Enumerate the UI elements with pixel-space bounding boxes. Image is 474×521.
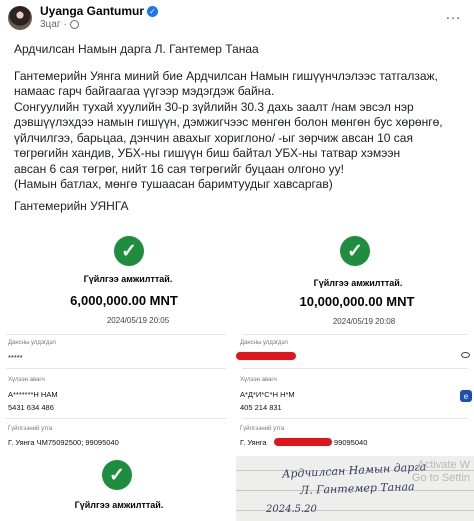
post-paragraph-line: төгрөгийн хандив, УБХ-ны гишүүн биш байт… bbox=[14, 146, 401, 160]
receipt-status: Гүйлгээ амжилттай. bbox=[313, 278, 403, 288]
divider bbox=[6, 334, 226, 335]
description-prefix: Г. Уянга bbox=[240, 438, 267, 447]
post-paragraph-line: намаас гарч байгаагаа үүгээр мэдэгдэж ба… bbox=[14, 84, 275, 98]
receiver-label: Хүлээн авагч bbox=[240, 377, 277, 383]
redaction-mark bbox=[236, 352, 296, 360]
divider bbox=[6, 368, 226, 369]
receiver-account: 5431 634 486 bbox=[8, 403, 54, 412]
description-suffix: 99095040 bbox=[334, 438, 368, 447]
check-circle-icon: ✓ bbox=[102, 460, 132, 490]
bank-logo-icon: e bbox=[460, 390, 472, 402]
divider bbox=[242, 368, 468, 369]
post-time-row: 3цаг · bbox=[40, 18, 158, 31]
separator-dot: · bbox=[63, 19, 67, 30]
windows-activation-watermark: Activate W Go to Settin bbox=[412, 459, 470, 485]
post-title: Ардчилсан Намын дарга Л. Гантемер Танаа bbox=[14, 42, 259, 56]
author-row: Uyanga Gantumur ✓ bbox=[40, 5, 159, 18]
description-value: Г. Уянга ЧМ75092500; 99095040 bbox=[8, 438, 119, 447]
account-label: Дансны улдэгдэл bbox=[8, 340, 56, 346]
post-signature: Гантемерийн УЯНГА bbox=[14, 198, 129, 213]
verified-badge-icon: ✓ bbox=[147, 6, 159, 17]
redaction-mark bbox=[274, 438, 332, 446]
description-label: Гүйлгээний утга bbox=[240, 426, 285, 432]
post-meta: Uyanga Gantumur ✓ 3цаг · bbox=[40, 5, 159, 31]
description-label: Гүйлгээний утга bbox=[8, 426, 53, 432]
post-paragraph-line: (Намын батлах, мөнгө тушаасан баримтууды… bbox=[14, 177, 333, 191]
post-paragraph-line: авсан 6 сая төгрөг, нийт 16 сая төгрөгий… bbox=[14, 161, 344, 176]
receipt-image-2[interactable]: ✓ Гүйлгээ амжилттай. 10,000,000.00 MNT 2… bbox=[236, 222, 474, 452]
divider bbox=[6, 418, 226, 419]
eye-icon[interactable] bbox=[461, 352, 470, 358]
watermark-line-1: Activate W bbox=[417, 459, 470, 471]
watermark-line-2: Go to Settin bbox=[411, 472, 470, 484]
receipt-amount: 10,000,000.00 MNT bbox=[299, 294, 415, 309]
receiver-name: А*******Н НАМ bbox=[8, 390, 58, 399]
receipt-status: Гүйлгээ амжилттай. bbox=[83, 274, 173, 284]
more-options-icon[interactable]: … bbox=[445, 6, 462, 24]
post-paragraph-line: дэвшүүлэхдээ намын гишүүн, дэмжигчээс мө… bbox=[14, 115, 443, 129]
author-avatar[interactable] bbox=[8, 6, 32, 30]
receipt-image-3[interactable]: ✓ Гүйлгээ амжилттай. bbox=[0, 456, 232, 521]
handwritten-line-1: Ардчилсан Намын дарга bbox=[281, 460, 427, 481]
divider bbox=[242, 334, 468, 335]
post-text: Ардчилсан Намын дарга Л. Гантемер Танаа … bbox=[14, 42, 462, 214]
receipt-image-1[interactable]: ✓ Гүйлгээ амжилттай. 6,000,000.00 MNT 20… bbox=[0, 222, 232, 452]
handwritten-date: 2024.5.20 bbox=[266, 504, 317, 515]
author-name[interactable]: Uyanga Gantumur bbox=[40, 5, 144, 18]
post-paragraph-line: үйлчилгээ, барьцаа, дэнчин авахыг хоригл… bbox=[14, 130, 413, 145]
post-time[interactable]: 3цаг bbox=[40, 18, 61, 31]
post-paragraph-line: Гантемерийн Уянга миний бие Ардчилсан На… bbox=[14, 68, 438, 83]
receipt-date: 2024/05/19 20:05 bbox=[106, 316, 170, 325]
check-circle-icon: ✓ bbox=[114, 236, 144, 266]
receipt-date: 2024/05/19 20:08 bbox=[332, 317, 396, 326]
receiver-label: Хүлээн авагч bbox=[8, 377, 45, 383]
check-circle-icon: ✓ bbox=[340, 236, 370, 266]
receiver-name: А*Д*И*С*Н Н*М bbox=[240, 390, 295, 399]
receiver-account: 405 214 831 bbox=[240, 403, 282, 412]
divider bbox=[242, 418, 468, 419]
post-header: Uyanga Gantumur ✓ 3цаг · … bbox=[8, 0, 466, 36]
receipt-status: Гүйлгээ амжилттай. bbox=[74, 500, 164, 510]
globe-icon bbox=[69, 20, 79, 29]
post-paragraph-line: Сонгуулийн тухай хуулийн 30-р зүйлийн 30… bbox=[14, 99, 414, 114]
receipt-amount: 6,000,000.00 MNT bbox=[70, 293, 178, 308]
facebook-post: Uyanga Gantumur ✓ 3цаг · … Ардчилсан Нам… bbox=[0, 0, 474, 521]
account-label: Дансны улдэгдэл bbox=[240, 340, 288, 346]
account-value: ***** bbox=[8, 353, 23, 362]
handwritten-line-2: Л. Гантемер Танаа bbox=[299, 480, 415, 497]
